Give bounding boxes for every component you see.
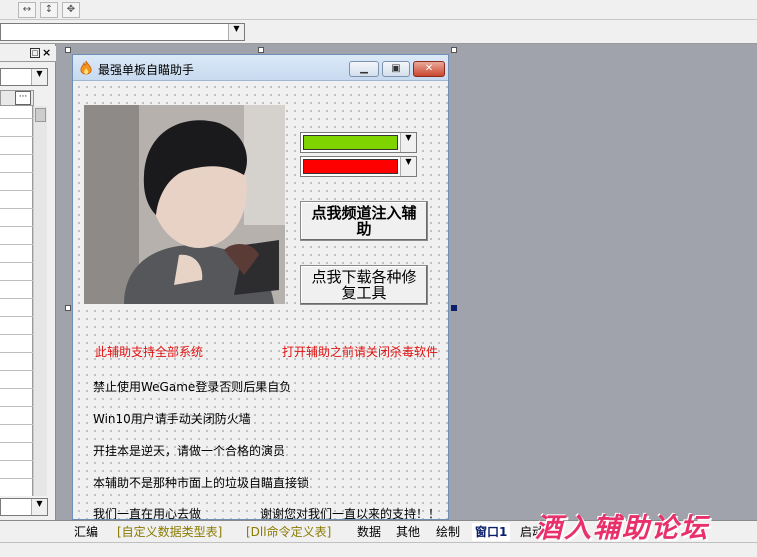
close-icon[interactable]: ✕ (413, 61, 445, 77)
inject-button[interactable]: 点我频道注入辅助 (300, 201, 428, 241)
resize-width-icon[interactable]: ↔ (18, 2, 36, 18)
download-repair-button[interactable]: 点我下载各种修复工具 (300, 265, 428, 305)
resize-handle[interactable] (258, 47, 264, 53)
ellipsis-icon[interactable]: ··· (15, 91, 31, 105)
instruction-line: 本辅助不是那种市面上的垃圾自瞄直接锁 (93, 476, 310, 490)
tab-data[interactable]: 数据 (357, 523, 381, 541)
resize-height-icon[interactable]: ↕ (40, 2, 58, 18)
property-panel: □ × ▼ ··· ▼ (0, 44, 56, 520)
designed-window: 最强单板自瞄助手 ▁ ▣ ✕ ▼ ▼ 点我频道注入辅助 点我下载各种修复工具 此… (72, 54, 449, 520)
red-swatch (303, 159, 398, 174)
instruction-line: 禁止使用WeGame登录否则后果自负 (93, 380, 292, 394)
resize-handle[interactable] (65, 305, 71, 311)
notice-supports-all-systems: 此辅助支持全部系统 (95, 345, 204, 359)
property-scrollbar[interactable] (33, 106, 47, 496)
minimize-icon[interactable]: ▁ (349, 61, 379, 77)
property-bottom-select[interactable]: ▼ (0, 498, 48, 516)
tab-dll-commands[interactable]: [Dll命令定义表] (246, 523, 331, 541)
chevron-down-icon[interactable]: ▼ (228, 24, 244, 40)
property-object-select[interactable]: ▼ (0, 68, 48, 86)
chevron-down-icon[interactable]: ▼ (400, 133, 416, 152)
tab-window1[interactable]: 窗口1 (472, 523, 511, 541)
instruction-line: 开挂本是逆天，请做一个合格的演员 (93, 444, 286, 458)
flame-icon (80, 60, 92, 75)
forum-watermark: 酒入辅助论坛 (535, 513, 709, 544)
tab-custom-types[interactable]: [自定义数据类型表] (117, 523, 222, 541)
move-icon[interactable]: ✥ (62, 2, 80, 18)
resize-handle[interactable] (451, 47, 457, 53)
resize-handle[interactable] (65, 47, 71, 53)
chevron-down-icon[interactable]: ▼ (400, 157, 416, 176)
notice-close-antivirus: 打开辅助之前请关闭杀毒软件 (282, 345, 439, 359)
scroll-thumb[interactable] (35, 108, 46, 122)
resize-handle[interactable] (451, 305, 457, 311)
property-grid[interactable] (0, 106, 33, 496)
property-panel-header: □ × (0, 46, 56, 62)
chevron-down-icon[interactable]: ▼ (31, 499, 47, 515)
color-select-green[interactable]: ▼ (300, 132, 417, 153)
component-selector[interactable]: ▼ (0, 23, 245, 41)
tab-assembly[interactable]: 汇编 (74, 523, 98, 541)
chevron-down-icon[interactable]: ▼ (31, 69, 47, 85)
window-title: 最强单板自瞄助手 (98, 63, 195, 77)
pin-icon[interactable]: □ (30, 48, 40, 58)
instruction-line: Win10用户请手动关闭防火墙 (93, 412, 251, 426)
property-grid-header: ··· (0, 90, 34, 106)
maximize-icon[interactable]: ▣ (382, 61, 410, 77)
tab-other[interactable]: 其他 (396, 523, 420, 541)
profile-photo (84, 105, 285, 304)
panel-close-icon[interactable]: × (42, 46, 51, 59)
window-titlebar[interactable]: 最强单板自瞄助手 ▁ ▣ ✕ (73, 55, 448, 81)
color-select-red[interactable]: ▼ (300, 156, 417, 177)
top-toolbar: ↔ ↕ ✥ (0, 0, 757, 20)
thanks-text: 谢谢您对我们一直以来的支持！！ (260, 507, 441, 520)
window-client-area: ▼ ▼ 点我频道注入辅助 点我下载各种修复工具 此辅助支持全部系统 打开辅助之前… (73, 81, 448, 520)
toolbar-combo-row: ▼ (0, 20, 757, 44)
green-swatch (303, 135, 398, 150)
tab-draw[interactable]: 绘制 (436, 523, 460, 541)
instruction-line: 我们一直在用心去做 (93, 507, 202, 520)
